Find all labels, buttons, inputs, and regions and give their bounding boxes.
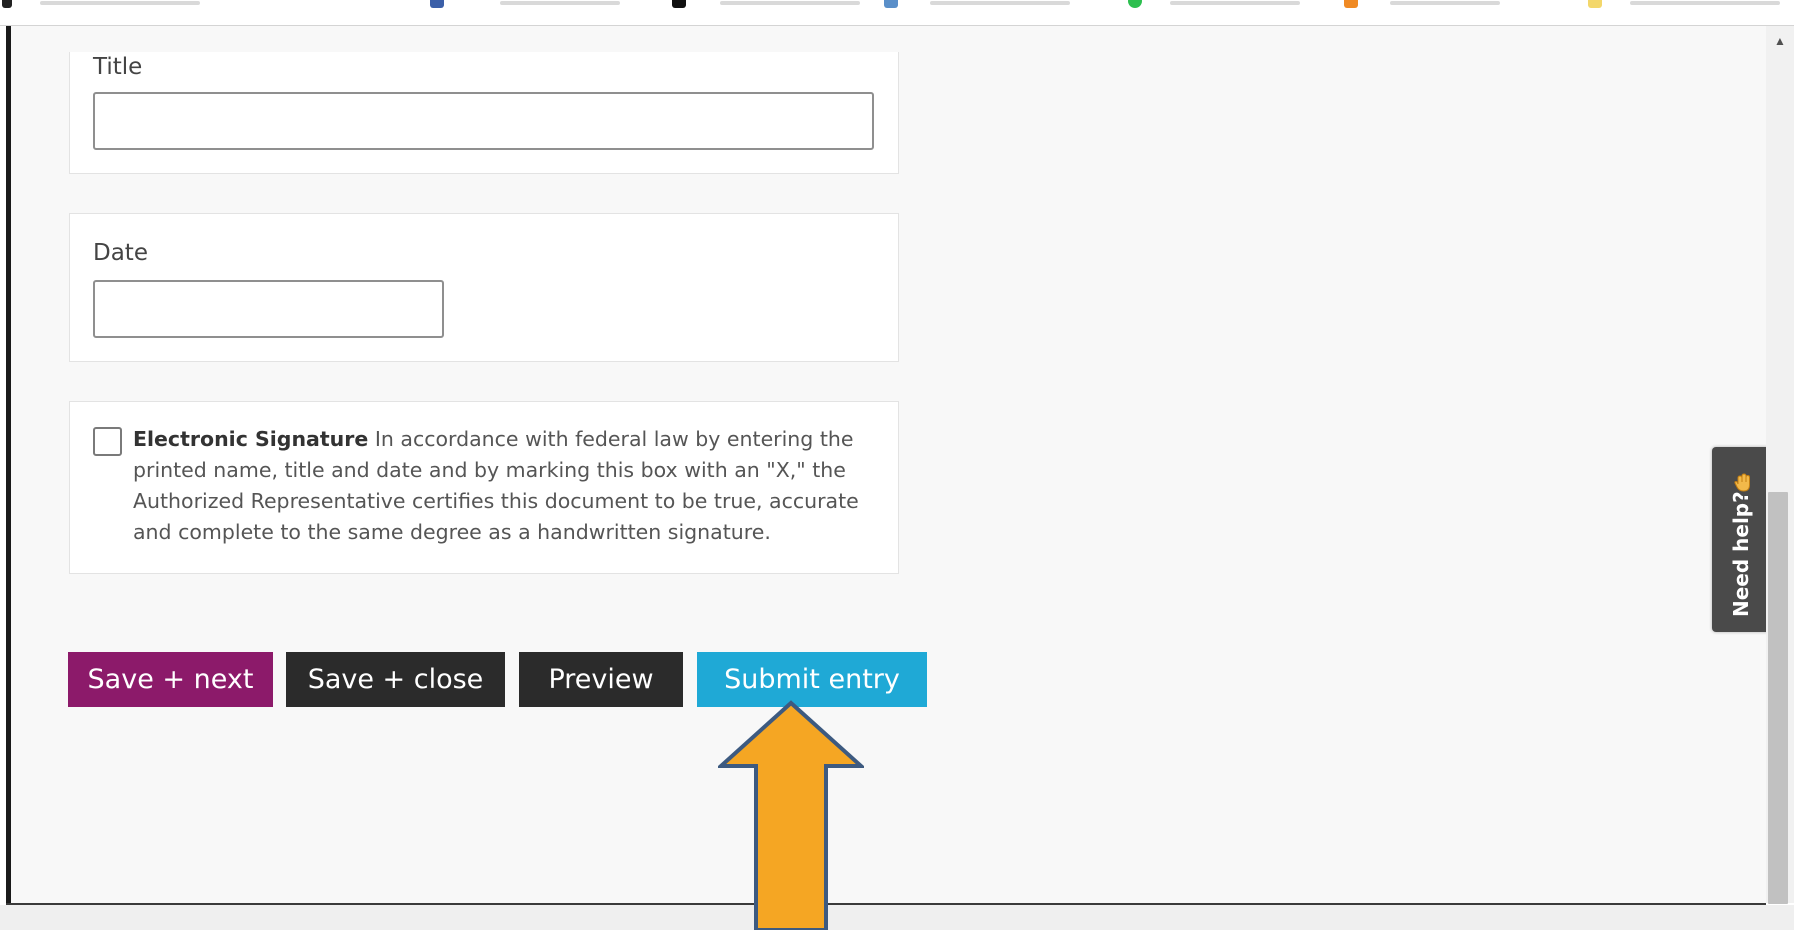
bookmark-item[interactable] (1170, 1, 1300, 5)
scrollbar-thumb[interactable] (1768, 492, 1788, 904)
bookmark-icon[interactable] (1128, 0, 1142, 8)
bookmark-icon[interactable] (672, 0, 686, 8)
signature-heading: Electronic Signature (133, 427, 369, 451)
title-label: Title (93, 54, 143, 80)
signature-checkbox[interactable] (93, 427, 122, 456)
save-next-button[interactable]: Save + next (68, 652, 273, 707)
bookmark-icon[interactable] (1344, 0, 1358, 8)
save-close-button[interactable]: Save + close (286, 652, 505, 707)
submit-entry-button[interactable]: Submit entry (697, 652, 927, 707)
bookmark-icon[interactable] (1588, 0, 1602, 8)
window-bottom-strip (0, 905, 1794, 930)
bookmark-item[interactable] (1630, 1, 1780, 5)
bookmarks-bar (0, 0, 1794, 26)
need-help-tab[interactable]: Need help? (1712, 447, 1774, 632)
signature-statement: Electronic Signature In accordance with … (133, 424, 863, 548)
electronic-signature-card: Electronic Signature In accordance with … (69, 401, 899, 574)
annotation-up-arrow-icon (718, 700, 864, 930)
date-input[interactable] (93, 280, 444, 338)
title-field-card: Title (69, 52, 899, 174)
title-input[interactable] (93, 92, 874, 150)
screenshot: Title Date Electronic Signature In accor… (0, 0, 1794, 930)
bookmark-icon[interactable] (884, 0, 898, 8)
scroll-up-arrow-icon[interactable]: ▲ (1766, 30, 1794, 52)
bookmark-item[interactable] (720, 1, 860, 5)
bookmark-item[interactable] (500, 1, 620, 5)
page-viewport: Title Date Electronic Signature In accor… (11, 26, 1774, 903)
bookmark-icon[interactable] (2, 0, 12, 8)
bookmark-item[interactable] (40, 1, 200, 5)
preview-button[interactable]: Preview (519, 652, 683, 707)
bookmark-item[interactable] (930, 1, 1070, 5)
bookmark-item[interactable] (1390, 1, 1500, 5)
date-label: Date (93, 240, 148, 266)
bookmark-icon[interactable] (430, 0, 444, 8)
need-help-label: Need help? (1729, 491, 1753, 617)
date-field-card: Date (69, 213, 899, 362)
